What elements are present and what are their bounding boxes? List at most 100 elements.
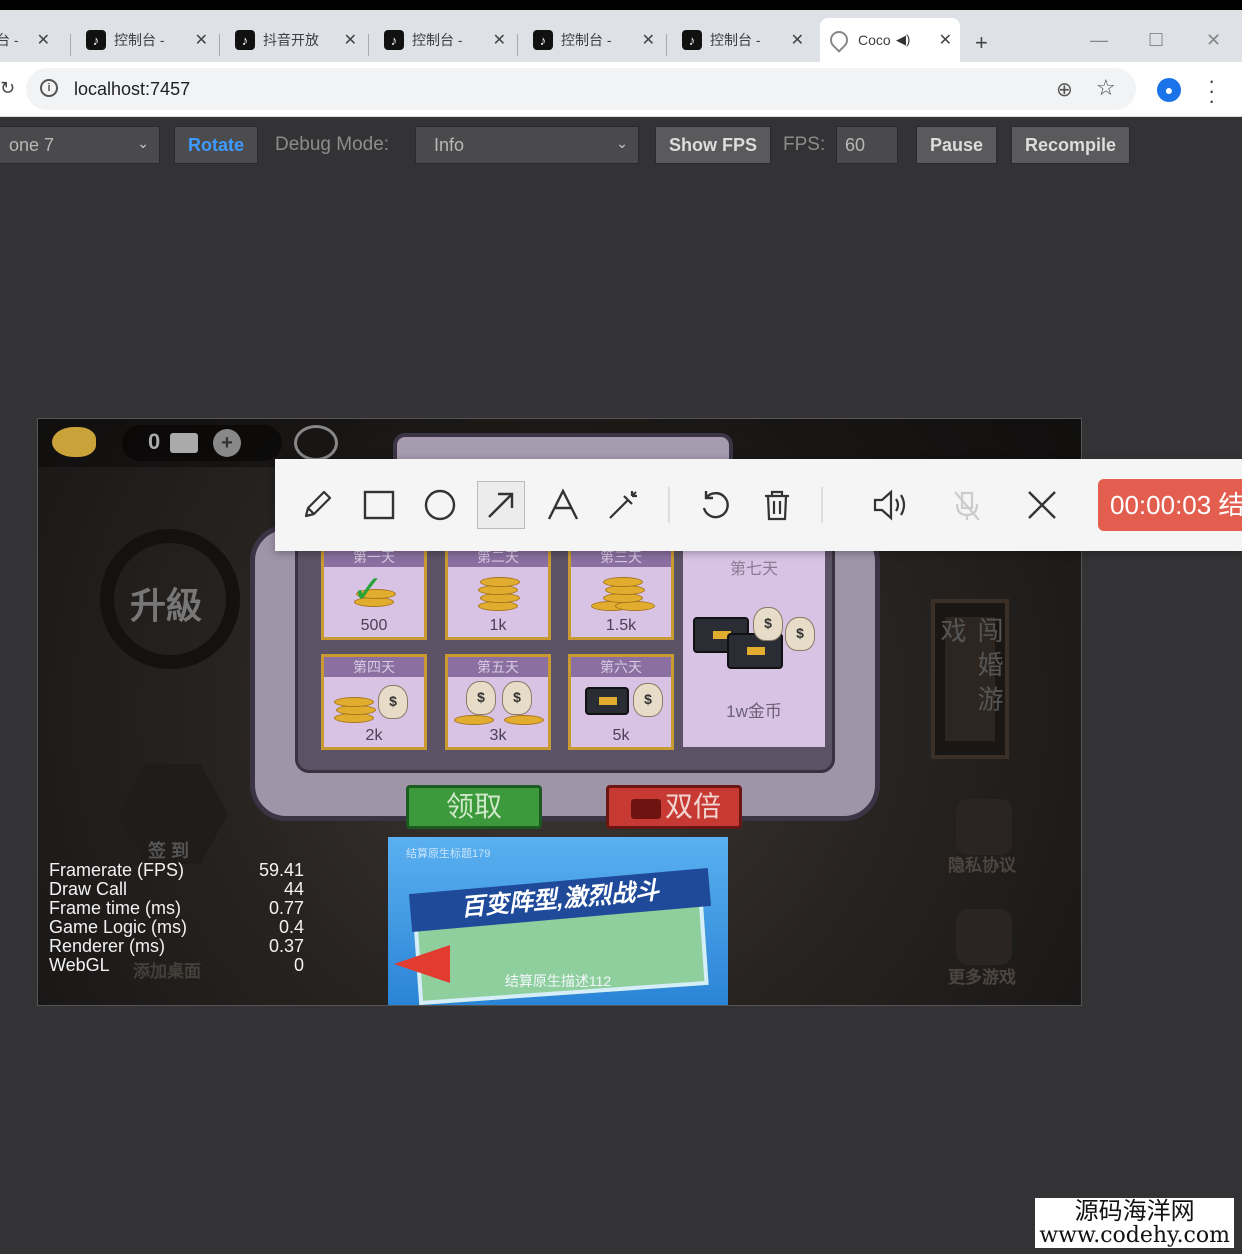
native-ad-banner[interactable]: 结算原生标题179 百变阵型,激烈战斗 结算原生描述112: [388, 837, 728, 1005]
stat-value: 0.77: [268, 898, 304, 918]
recording-timer[interactable]: 00:00:03 结: [1098, 479, 1242, 531]
stat-label: Game Logic (ms): [49, 917, 188, 937]
ad-title: 结算原生标题179: [406, 848, 491, 860]
day-cell[interactable]: 第六天 $ 5k: [568, 654, 674, 750]
stat-label: WebGL: [49, 955, 110, 975]
chest-icon: [585, 687, 629, 715]
browser-tab[interactable]: ♪ 控制台 - ✕: [76, 18, 216, 62]
close-icon[interactable]: ✕: [37, 30, 50, 50]
double-reward-button[interactable]: 双倍: [606, 785, 742, 829]
browser-tab[interactable]: ♪ 控制台 - ✕: [374, 18, 514, 62]
undo-icon[interactable]: [691, 481, 739, 529]
day-value: 1k: [489, 617, 507, 634]
star-icon[interactable]: ☆: [1096, 75, 1116, 101]
claim-button[interactable]: 领取: [406, 785, 542, 829]
address-url[interactable]: localhost:7457: [74, 79, 190, 100]
close-icon[interactable]: ✕: [939, 30, 952, 50]
browser-tab[interactable]: ♪ 抖音开放 ✕: [225, 18, 365, 62]
window-close-icon[interactable]: ✕: [1206, 30, 1221, 51]
tiktok-icon: ♪: [235, 30, 255, 50]
browser-tab[interactable]: ♪ 控制台 - ✕: [523, 18, 663, 62]
privacy-label[interactable]: 隐私协议: [948, 851, 1016, 876]
video-icon[interactable]: [170, 433, 198, 453]
hud-count: 0: [148, 429, 161, 454]
new-tab-button[interactable]: +: [975, 30, 988, 56]
stat-row: Framerate (FPS) 59.41: [49, 861, 304, 880]
watermark-url: www.codehy.com: [1039, 1223, 1230, 1248]
device-select[interactable]: one 7 ⌄: [0, 126, 160, 164]
close-icon[interactable]: ✕: [493, 30, 506, 50]
toolbar-separator: [668, 487, 670, 523]
day-title: 第七天: [729, 561, 778, 578]
close-icon[interactable]: ✕: [642, 30, 655, 50]
tab-separator: [219, 34, 220, 56]
day-cell[interactable]: 第五天 $ $ 3k: [445, 654, 551, 750]
menu-dots-icon[interactable]: · · ·: [1208, 70, 1215, 112]
day-cell[interactable]: 第一天 ✓ 500: [321, 544, 427, 640]
tab-title: 控制台 -: [114, 32, 165, 48]
pause-button[interactable]: Pause: [916, 126, 998, 164]
microphone-muted-icon[interactable]: [943, 481, 991, 529]
arrow-icon[interactable]: [477, 481, 525, 529]
hud-currency-pill: [122, 425, 282, 461]
day-value: 5k: [612, 727, 630, 744]
tab-separator: [666, 34, 667, 56]
recompile-button[interactable]: Recompile: [1011, 126, 1131, 164]
circle-icon[interactable]: [416, 481, 464, 529]
close-icon[interactable]: ✕: [195, 30, 208, 50]
day-value: 2k: [365, 727, 383, 744]
double-label: 双倍: [664, 791, 721, 822]
day-cell[interactable]: 第四天 $ 2k: [321, 654, 427, 750]
money-bag-icon: $: [753, 607, 783, 641]
tab-title: 台 -: [0, 32, 19, 48]
speaker-icon[interactable]: [867, 481, 915, 529]
chevron-down-icon: ⌄: [137, 135, 149, 151]
stat-row: WebGL 0: [49, 956, 304, 975]
sound-icon[interactable]: [294, 425, 338, 461]
fps-label: FPS:: [783, 134, 826, 155]
more-games-icon[interactable]: [956, 909, 1012, 965]
stat-value: 59.41: [258, 860, 304, 880]
rectangle-icon[interactable]: [355, 481, 403, 529]
rotate-button[interactable]: Rotate: [174, 126, 259, 164]
browser-tab[interactable]: 台 - ✕: [0, 18, 58, 62]
text-icon[interactable]: [539, 481, 587, 529]
day-cell[interactable]: 第二天 1k: [445, 544, 551, 640]
close-icon[interactable]: ✕: [344, 30, 357, 50]
close-icon[interactable]: [1018, 481, 1066, 529]
debug-mode-value: Info: [434, 135, 465, 155]
minimize-icon[interactable]: —: [1090, 30, 1108, 51]
info-icon[interactable]: i: [40, 79, 58, 97]
tiktok-icon: ♪: [384, 30, 404, 50]
privacy-icon[interactable]: [956, 799, 1012, 855]
browser-tab[interactable]: ♪ 控制台 - ✕: [672, 18, 812, 62]
trash-icon[interactable]: [753, 481, 801, 529]
close-icon[interactable]: ✕: [791, 30, 804, 50]
tiktok-icon: ♪: [86, 30, 106, 50]
more-games-label[interactable]: 更多游戏: [948, 963, 1016, 988]
screen-recorder-toolbar: 00:00:03 结: [275, 459, 1242, 551]
debug-mode-select[interactable]: Info ⌄: [415, 126, 639, 164]
tiktok-icon: ♪: [682, 30, 702, 50]
pencil-icon[interactable]: [293, 481, 341, 529]
browser-tab-active[interactable]: Coco ◀) ✕: [820, 18, 960, 62]
tab-separator: [517, 34, 518, 56]
coins-icon: [334, 683, 378, 723]
toolbar-separator: [821, 487, 823, 523]
stat-row: Renderer (ms) 0.37: [49, 937, 304, 956]
magic-wand-icon[interactable]: [599, 481, 647, 529]
reload-icon[interactable]: ↻: [0, 78, 15, 99]
video-icon: [631, 799, 661, 819]
fps-input[interactable]: 60: [836, 126, 898, 164]
tab-separator: [368, 34, 369, 56]
day-seven-cell[interactable]: 第七天 $ $ 1w金币: [683, 547, 825, 747]
show-fps-button[interactable]: Show FPS: [655, 126, 772, 164]
day-cell[interactable]: 第三天 1.5k: [568, 544, 674, 640]
stat-row: Draw Call 44: [49, 880, 304, 899]
maximize-icon[interactable]: ☐: [1148, 30, 1164, 51]
profile-avatar-icon[interactable]: ●: [1157, 78, 1181, 102]
plus-icon[interactable]: +: [213, 429, 241, 457]
speaker-icon[interactable]: ◀): [896, 32, 910, 48]
zoom-icon[interactable]: ⊕: [1056, 77, 1073, 102]
address-bar[interactable]: i localhost:7457 ⊕ ☆: [26, 68, 1136, 110]
